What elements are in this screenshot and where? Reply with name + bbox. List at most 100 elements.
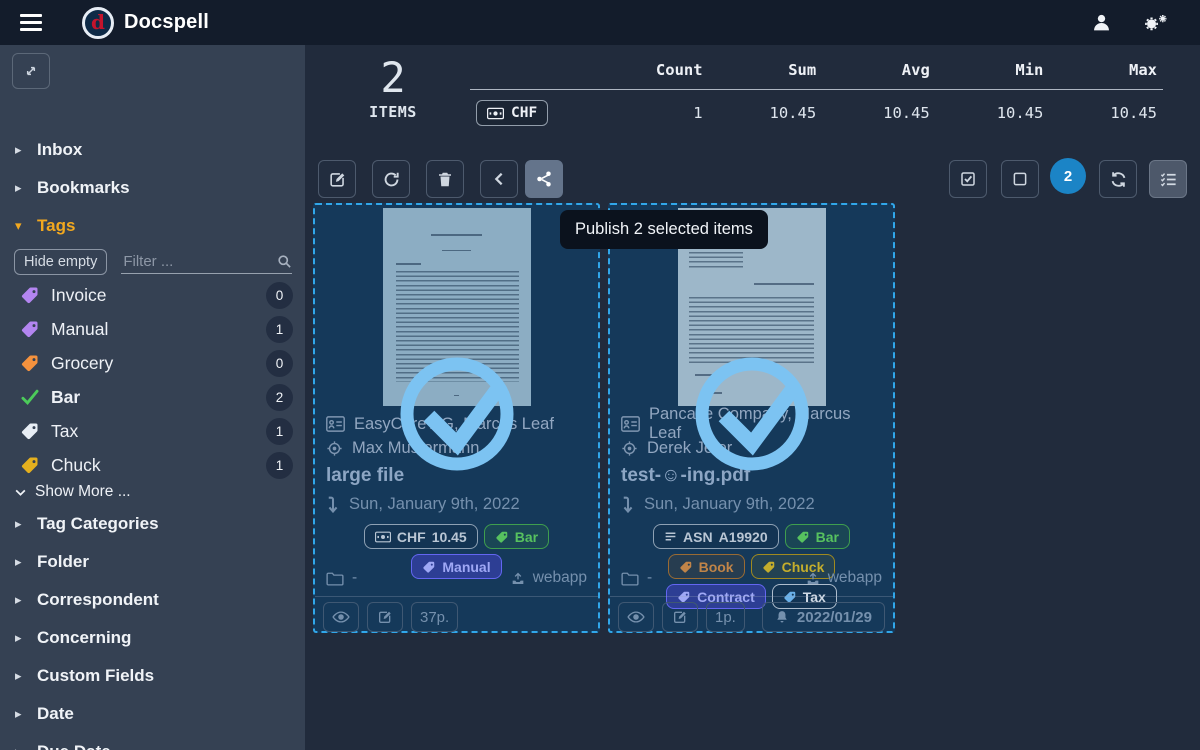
angle-left-icon [491,171,507,187]
caret-right-icon [15,630,37,646]
edit-item-button[interactable] [662,602,698,632]
item-card[interactable]: EasyCare AG, Marcus Leaf Max Mustermann … [313,203,600,633]
tag-badge: Bar [484,524,549,549]
tag-icon [495,530,509,544]
sidebar-item-inbox[interactable]: Inbox [0,133,305,167]
sidebar-item-custom-fields[interactable]: Custom Fields [0,659,305,693]
select-mode-button[interactable] [1149,160,1187,198]
tag-row-tax[interactable]: Tax 1 [0,415,305,447]
delete-selected-button[interactable] [426,160,464,198]
tag-count-badge: 1 [266,316,293,343]
arrow-down-icon [326,496,340,513]
deselect-all-button[interactable] [1001,160,1039,198]
sidebar-item-correspondent[interactable]: Correspondent [0,583,305,617]
tag-row-chuck[interactable]: Chuck 1 [0,449,305,481]
caret-right-icon [15,180,37,196]
caret-down-icon [15,218,37,234]
source-value: webapp [828,569,882,587]
document-preview [315,205,598,406]
app-title: Docspell [124,11,209,34]
tag-count-badge: 0 [266,282,293,309]
user-icon[interactable] [1091,12,1112,33]
sidebar-item-date[interactable]: Date [0,697,305,731]
tag-row-bar-selected[interactable]: Bar 2 [0,381,305,413]
tag-icon [20,421,40,441]
item-card[interactable]: Pancake Company, Marcus Leaf Derek Jeter… [608,203,895,633]
sidebar-item-due-date[interactable]: Due Date [0,735,305,750]
reload-button[interactable] [372,160,410,198]
caret-right-icon [15,554,37,570]
search-sidebar: Inbox Bookmarks Tags Hide empty Invoice … [0,45,305,750]
eye-icon [332,610,350,624]
correspondent-line: EasyCare AG, Marcus Leaf [326,412,587,436]
sidebar-item-concerning[interactable]: Concerning [0,621,305,655]
edit-selected-button[interactable] [318,160,356,198]
square-icon [1011,170,1029,188]
publish-tooltip: Publish 2 selected items [560,210,768,249]
sync-icon [1109,170,1128,189]
tag-badge: Bar [785,524,850,549]
publish-selected-button[interactable] [525,160,563,198]
currency-stats-table: Count Sum Avg Min Max CHF 1 10.45 10.45 … [470,55,1163,132]
item-title: test-☺-ing.pdf [621,465,882,487]
sidebar-item-tags[interactable]: Tags [0,209,305,243]
sidebar-item-bookmarks[interactable]: Bookmarks [0,171,305,205]
crosshairs-icon [326,440,343,457]
top-navbar: d Docspell [0,0,1200,45]
folder-source-line: - webapp [621,569,882,587]
sidebar-item-folder[interactable]: Folder [0,545,305,579]
select-all-button[interactable] [949,160,987,198]
selected-count-badge: 2 [1050,158,1086,194]
view-item-button[interactable] [323,602,359,632]
bell-icon [775,610,789,625]
list-check-icon [1159,170,1178,189]
docspell-logo-icon: d [82,7,114,39]
view-item-button[interactable] [618,602,654,632]
correspondent-line: Pancake Company, Marcus Leaf [621,412,882,436]
stats-row-chf: CHF 1 10.45 10.45 10.45 10.45 [470,90,1163,133]
caret-right-icon [15,668,37,684]
search-icon [277,254,292,269]
app-brand[interactable]: d Docspell [82,7,209,39]
chevron-down-icon [14,486,27,499]
edit-item-button[interactable] [367,602,403,632]
expand-sidebar-button[interactable] [12,53,50,89]
arrow-down-icon [621,496,635,513]
upload-icon [805,570,821,586]
folder-source-line: - webapp [326,569,587,587]
item-date-line: Sun, January 9th, 2022 [326,491,587,517]
check-icon [20,387,40,407]
money-badge: CHF10.45 [364,524,478,549]
tag-filter-input[interactable] [121,250,292,274]
move-prev-button[interactable] [480,160,518,198]
folder-icon [326,571,344,586]
caret-right-icon [15,142,37,158]
checkbox-checked-icon [959,170,977,188]
hide-empty-button[interactable]: Hide empty [14,249,107,275]
tag-icon [20,455,40,475]
page-count-badge: 1p. [706,602,745,632]
tag-row-grocery[interactable]: Grocery 0 [0,347,305,379]
currency-badge: CHF [476,100,548,126]
tag-row-invoice[interactable]: Invoice 0 [0,279,305,311]
due-date-badge: 2022/01/29 [762,602,885,632]
sidebar-item-tag-categories[interactable]: Tag Categories [0,507,305,541]
refresh-button[interactable] [1099,160,1137,198]
menu-icon[interactable] [20,14,46,31]
caret-right-icon [15,516,37,532]
asn-badge: ASNA19920 [653,524,779,549]
tag-count-badge: 0 [266,350,293,377]
money-icon [487,107,504,120]
trash-icon [436,170,454,189]
tag-row-manual[interactable]: Manual 1 [0,313,305,345]
item-count: 2 [353,55,433,101]
gear-icon[interactable] [1142,12,1168,34]
tag-icon [20,319,40,339]
show-more-tags[interactable]: Show More ... [14,483,131,501]
caret-right-icon [15,592,37,608]
edit-icon [672,609,688,625]
eye-icon [627,610,645,624]
results-area: 2 ITEMS Count Sum Avg Min Max CHF 1 10.4… [305,45,1200,750]
caret-right-icon [15,744,37,750]
edit-icon [328,170,347,189]
